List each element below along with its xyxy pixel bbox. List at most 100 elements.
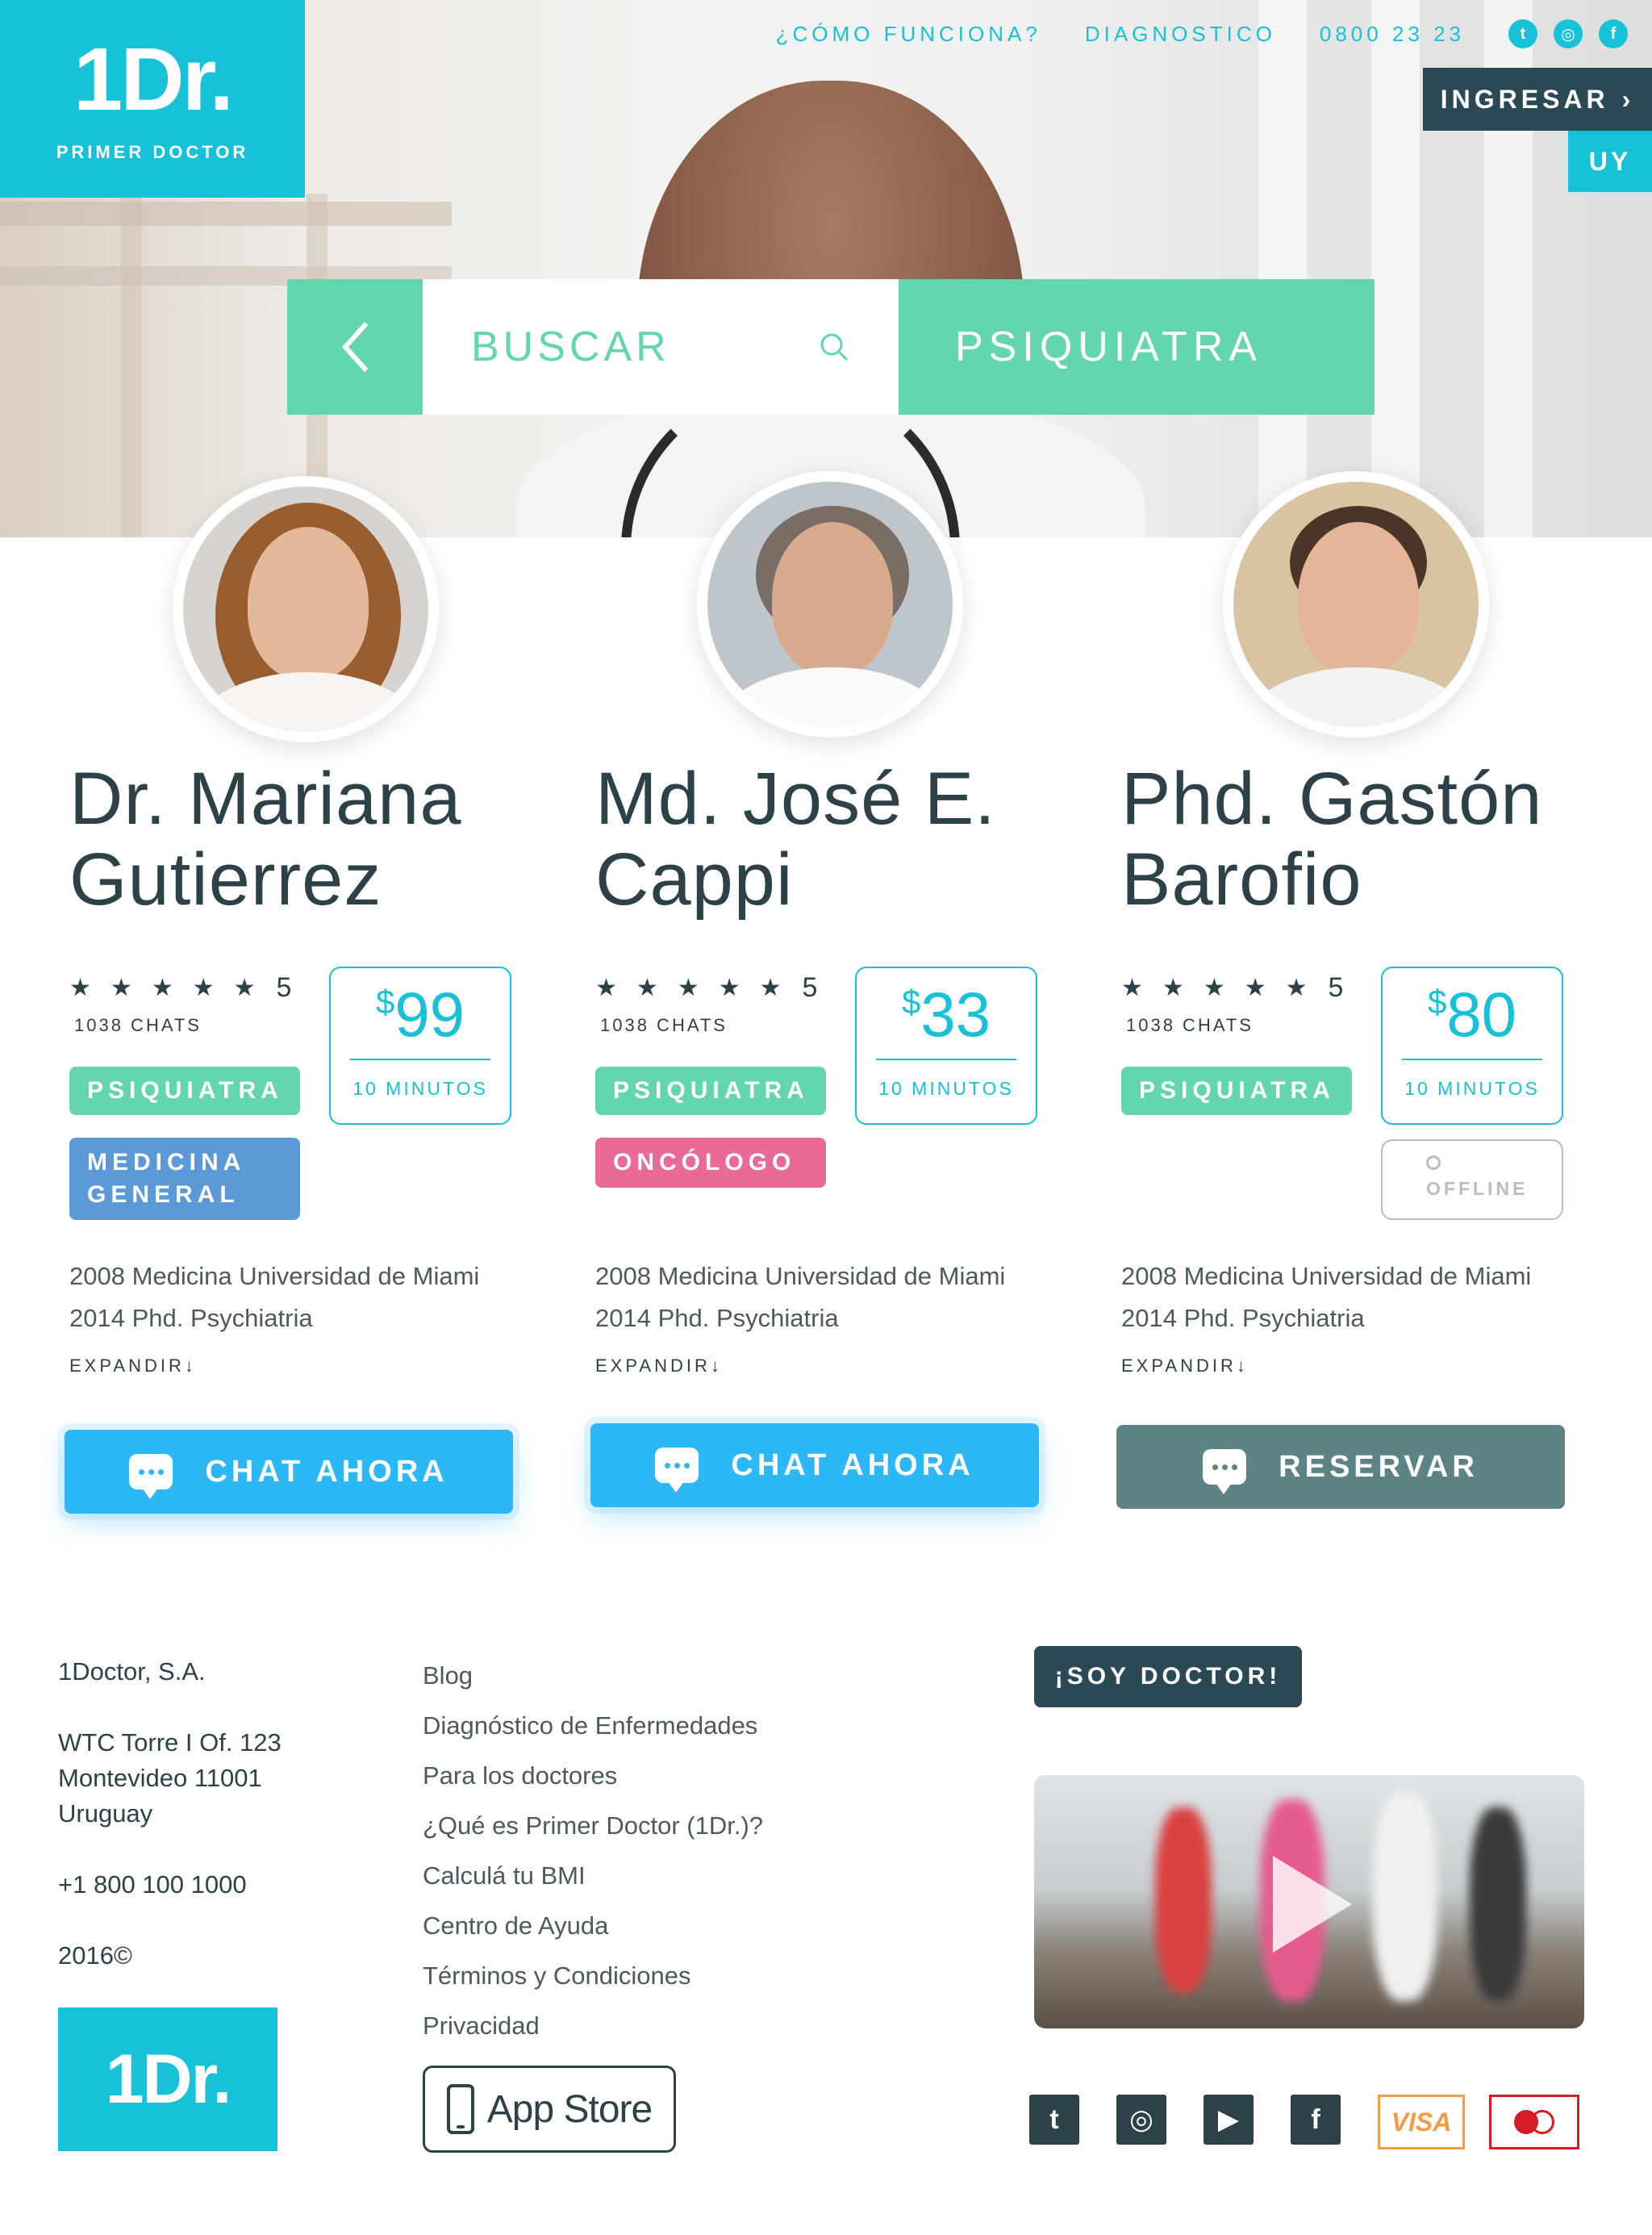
chat-now-button[interactable]: CHAT AHORA — [65, 1430, 513, 1514]
star-icon: ★ — [718, 975, 740, 1001]
arrow-down-icon: ↓ — [184, 1356, 197, 1376]
specialty-tag[interactable]: ONCÓLOGO — [595, 1138, 826, 1188]
app-store-button[interactable]: App Store — [423, 2066, 676, 2153]
facebook-icon[interactable]: f — [1599, 19, 1628, 48]
education-line: 2008 Medicina Universidad de Miami — [69, 1262, 480, 1290]
footer-link[interactable]: Diagnóstico de Enfermedades — [423, 1701, 763, 1751]
star-icon: ★ — [69, 975, 91, 1001]
back-button[interactable] — [287, 279, 423, 415]
duration: 10 MINUTOS — [1404, 1078, 1540, 1099]
footer-link[interactable]: Privacidad — [423, 2001, 763, 2051]
logo-mark: 1Dr. — [73, 30, 234, 129]
price-value: 99 — [394, 979, 465, 1050]
login-button[interactable]: INGRESAR › — [1423, 68, 1652, 131]
footer-link[interactable]: Para los doctores — [423, 1751, 763, 1801]
instagram-icon[interactable]: ◎ — [1554, 19, 1583, 48]
specialty-tag[interactable]: PSIQUIATRA — [69, 1067, 300, 1115]
star-icon: ★ — [151, 975, 173, 1001]
price-box: $80 10 MINUTOS — [1381, 967, 1563, 1125]
footer-link[interactable]: ¿Qué es Primer Doctor (1Dr.)? — [423, 1801, 763, 1851]
chat-count: 1038 CHATS — [1126, 1015, 1254, 1035]
expand-link[interactable]: EXPANDIR↓ — [69, 1356, 197, 1377]
status-dot-icon — [1426, 1155, 1441, 1170]
chat-now-label: CHAT AHORA — [205, 1454, 448, 1489]
star-icon: ★ — [192, 975, 215, 1001]
nav-how-it-works[interactable]: ¿CÓMO FUNCIONA? — [776, 22, 1041, 47]
twitter-icon[interactable]: t — [1029, 2095, 1079, 2145]
visa-icon: VISA — [1378, 2095, 1465, 2149]
star-icon: ★ — [1162, 975, 1184, 1001]
footer-link[interactable]: Blog — [423, 1651, 763, 1701]
specialty-tag[interactable]: MEDICINA GENERAL — [69, 1138, 300, 1220]
search-bar: PSIQUIATRA — [287, 279, 1375, 415]
nav-diagnostico[interactable]: DIAGNOSTICO — [1085, 22, 1276, 47]
search-field — [423, 279, 899, 415]
doctor-name[interactable]: Dr. Mariana Gutierrez — [69, 758, 553, 920]
reserve-button[interactable]: RESERVAR — [1116, 1425, 1565, 1509]
price-value: 80 — [1446, 979, 1517, 1050]
avatar[interactable] — [1223, 471, 1489, 737]
education-line: 2014 Phd. Psychiatria — [595, 1304, 839, 1332]
expand-link[interactable]: EXPANDIR↓ — [1121, 1356, 1249, 1377]
rating-stars: ★ ★ ★ ★ ★ 5 — [69, 972, 291, 1004]
star-icon: ★ — [1121, 975, 1143, 1001]
chat-now-button[interactable]: CHAT AHORA — [590, 1423, 1039, 1507]
chat-icon — [655, 1448, 699, 1493]
currency: $ — [1427, 983, 1447, 1021]
logo-tagline: PRIMER DOCTOR — [56, 142, 249, 162]
avatar[interactable] — [697, 471, 963, 737]
instagram-icon[interactable]: ◎ — [1116, 2095, 1166, 2145]
duration: 10 MINUTOS — [878, 1078, 1014, 1099]
chat-icon — [1203, 1449, 1247, 1494]
selected-specialty[interactable]: PSIQUIATRA — [899, 279, 1375, 415]
doctor-name[interactable]: Md. José E. Cappi — [595, 758, 1079, 920]
arrow-down-icon: ↓ — [710, 1356, 723, 1376]
facebook-icon[interactable]: f — [1291, 2095, 1341, 2145]
rating-stars: ★ ★ ★ ★ ★ 5 — [595, 972, 817, 1004]
specialty-tag[interactable]: PSIQUIATRA — [1121, 1067, 1352, 1115]
doctor-name[interactable]: Phd. Gastón Barofio — [1121, 758, 1605, 920]
top-social-icons: t ◎ f — [1508, 19, 1628, 48]
footer-link[interactable]: Centro de Ayuda — [423, 1901, 763, 1951]
offline-status: OFFLINE — [1381, 1139, 1563, 1220]
star-icon: ★ — [759, 975, 782, 1001]
twitter-icon[interactable]: t — [1508, 19, 1537, 48]
price-box: $99 10 MINUTOS — [329, 967, 511, 1125]
education-line: 2014 Phd. Psychiatria — [69, 1304, 313, 1332]
doctor-card: Dr. Mariana Gutierrez ★ ★ ★ ★ ★ 5 1038 CHATS… — [65, 476, 553, 1557]
chat-count: 1038 CHATS — [600, 1015, 728, 1035]
search-icon[interactable] — [818, 331, 850, 363]
education: 2008 Medicina Universidad de Miami 2014 … — [69, 1255, 479, 1339]
footer-link[interactable]: Calculá tu BMI — [423, 1851, 763, 1901]
nav-phone[interactable]: 0800 23 23 — [1320, 22, 1465, 47]
education-line: 2008 Medicina Universidad de Miami — [1121, 1262, 1532, 1290]
country-selector[interactable]: UY — [1568, 131, 1652, 192]
expand-link[interactable]: EXPANDIR↓ — [595, 1356, 723, 1377]
footer-links: Blog Diagnóstico de Enfermedades Para lo… — [423, 1651, 763, 2051]
youtube-icon[interactable]: ▶ — [1204, 2095, 1254, 2145]
star-icon: ★ — [110, 975, 132, 1001]
company-name: 1Doctor, S.A. — [58, 1657, 206, 1686]
footer-link[interactable]: Términos y Condiciones — [423, 1951, 763, 2001]
star-icon: ★ — [595, 975, 617, 1001]
play-icon[interactable] — [1273, 1856, 1352, 1953]
avatar[interactable] — [173, 476, 439, 742]
rating-value: 5 — [802, 972, 818, 1003]
star-icon: ★ — [636, 975, 658, 1001]
currency: $ — [901, 983, 921, 1021]
copyright: 2016© — [58, 1941, 132, 1970]
video-thumbnail[interactable] — [1034, 1775, 1584, 2028]
specialty-tag[interactable]: PSIQUIATRA — [595, 1067, 826, 1115]
soy-doctor-button[interactable]: ¡SOY DOCTOR! — [1034, 1646, 1302, 1707]
footer-logo[interactable]: 1Dr. — [58, 2007, 277, 2151]
star-icon: ★ — [1244, 975, 1266, 1001]
chevron-right-icon: › — [1621, 84, 1635, 114]
duration: 10 MINUTOS — [353, 1078, 488, 1099]
mastercard-icon — [1489, 2095, 1579, 2149]
price-box: $33 10 MINUTOS — [855, 967, 1037, 1125]
search-input[interactable] — [471, 323, 778, 371]
star-icon: ★ — [677, 975, 699, 1001]
chat-count: 1038 CHATS — [74, 1015, 202, 1035]
brand-logo[interactable]: 1Dr. PRIMER DOCTOR — [0, 0, 305, 198]
star-icon: ★ — [1203, 975, 1225, 1001]
